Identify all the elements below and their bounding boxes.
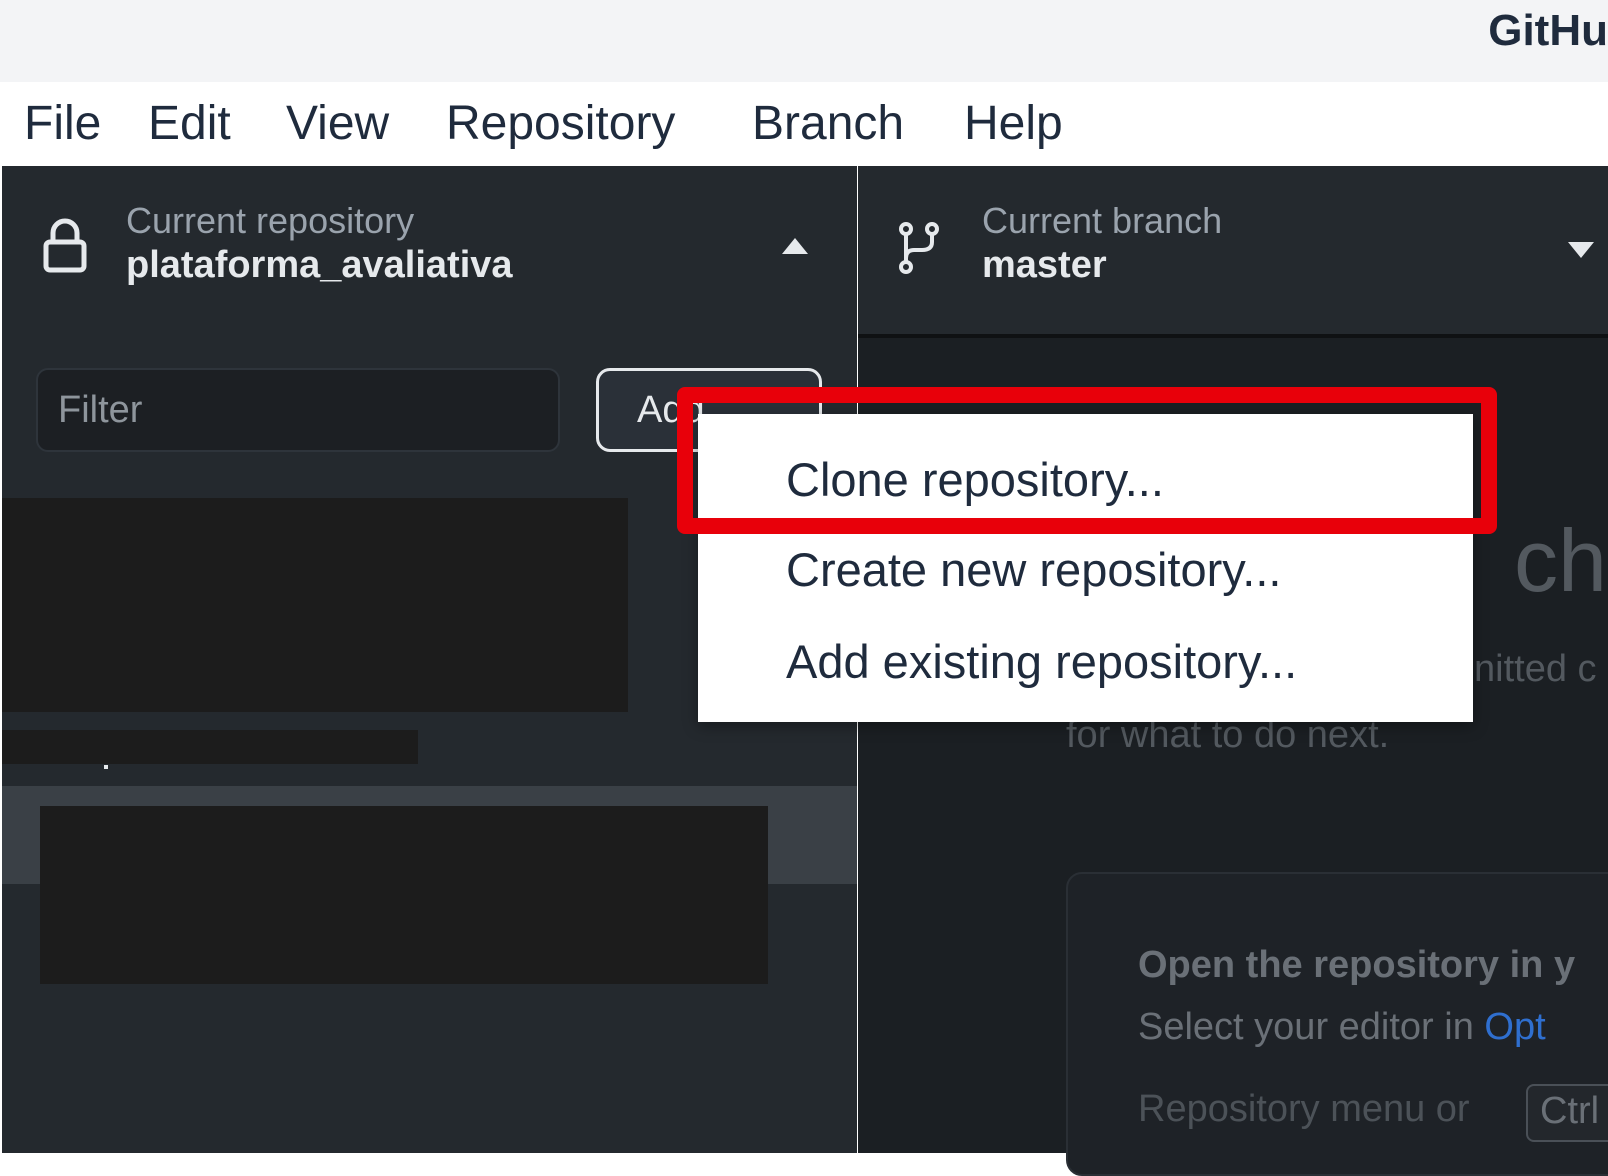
redacted-list-item xyxy=(2,730,418,764)
add-button-label: Add xyxy=(637,389,705,431)
keyboard-shortcut: Ctrl xyxy=(1526,1084,1608,1142)
current-repository-selector[interactable]: Current repository plataforma_avaliativa xyxy=(2,166,857,336)
current-branch-name: master xyxy=(982,244,1107,286)
dot-mark xyxy=(104,765,108,769)
current-repository-name: plataforma_avaliativa xyxy=(126,244,513,286)
menu-repository[interactable]: Repository xyxy=(446,96,675,151)
current-repository-label: Current repository xyxy=(126,200,415,241)
card-hint: Repository menu or xyxy=(1138,1088,1470,1130)
menu-edit[interactable]: Edit xyxy=(148,96,231,151)
menu-file[interactable]: File xyxy=(24,96,101,151)
options-link[interactable]: Opt xyxy=(1484,1006,1545,1048)
no-changes-text: nitted c xyxy=(1474,648,1597,690)
card-description: Select your editor in Opt xyxy=(1138,1006,1546,1049)
card-description-text: Select your editor in xyxy=(1138,1006,1485,1048)
menu-branch[interactable]: Branch xyxy=(752,96,904,151)
add-existing-repository-menu-item[interactable]: Add existing repository... xyxy=(786,634,1297,689)
git-branch-icon xyxy=(896,220,942,281)
caret-down-icon xyxy=(1568,242,1594,263)
current-branch-selector[interactable]: Current branch master xyxy=(858,166,1608,336)
current-branch-label: Current branch xyxy=(982,200,1223,241)
caret-up-icon xyxy=(782,238,808,259)
redacted-list-item xyxy=(2,498,628,712)
kbd-ctrl: Ctrl xyxy=(1540,1090,1600,1132)
card-title: Open the repository in y xyxy=(1138,944,1576,986)
redacted-list-item xyxy=(40,806,768,984)
menu-help[interactable]: Help xyxy=(964,96,1063,151)
no-changes-heading: ch xyxy=(1514,511,1607,610)
title-bar: GitHu xyxy=(0,0,1608,82)
create-new-repository-menu-item[interactable]: Create new repository... xyxy=(786,542,1281,597)
filter-input[interactable]: Filter xyxy=(36,368,560,452)
app-title: GitHu xyxy=(1488,6,1608,55)
lock-icon xyxy=(42,218,88,279)
menu-view[interactable]: View xyxy=(286,96,389,151)
clone-repository-menu-item[interactable]: Clone repository... xyxy=(786,452,1164,507)
